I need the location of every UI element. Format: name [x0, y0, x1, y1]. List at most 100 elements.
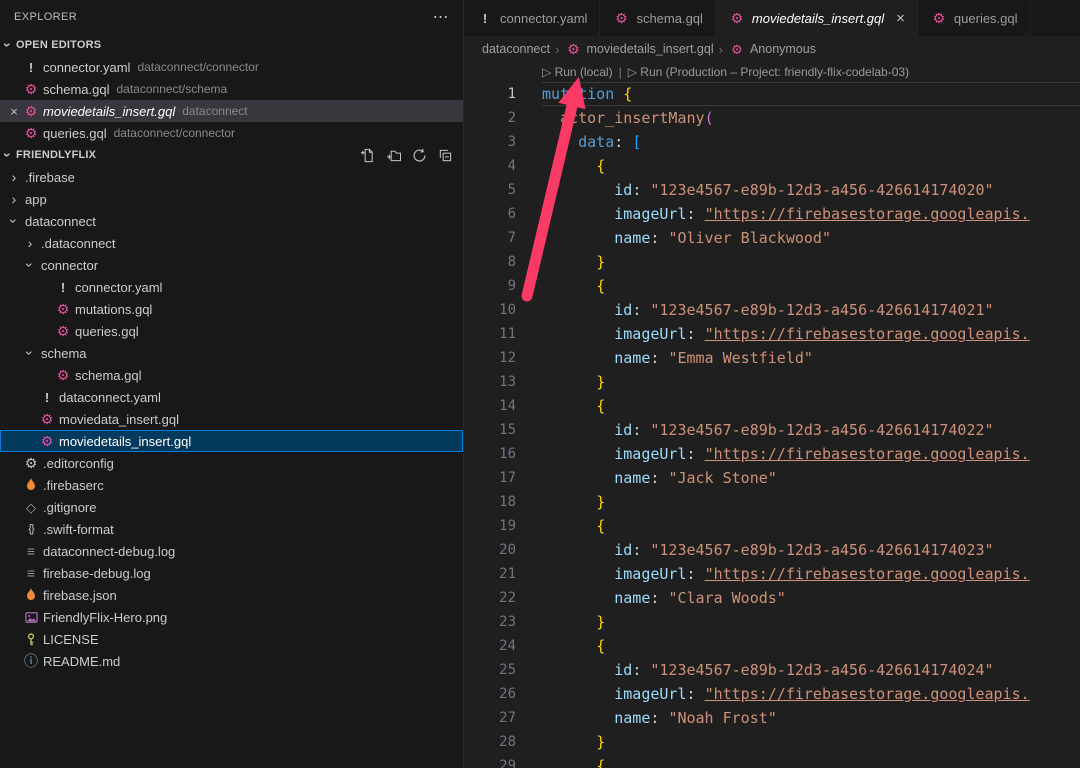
line-number[interactable]: 28	[464, 730, 542, 754]
line-number[interactable]: 10	[464, 298, 542, 322]
url-link[interactable]: "https://firebasestorage.googleapis.	[705, 205, 1030, 223]
code-line-1[interactable]: 1mutation {	[464, 82, 1080, 106]
line-number[interactable]: 23	[464, 610, 542, 634]
file-moviedetails-insert-gql[interactable]: ⚙moviedetails_insert.gql	[0, 430, 463, 452]
file-firebaserc[interactable]: .firebaserc	[0, 474, 463, 496]
file-gitignore[interactable]: ◇.gitignore	[0, 496, 463, 518]
line-number[interactable]: 18	[464, 490, 542, 514]
line-number[interactable]: 11	[464, 322, 542, 346]
code-line-23[interactable]: 23 }	[464, 610, 1080, 634]
chevron-right-icon[interactable]: ›	[6, 192, 22, 206]
line-number[interactable]: 12	[464, 346, 542, 370]
file-firebase-debug-log[interactable]: ≡firebase-debug.log	[0, 562, 463, 584]
new-folder-icon[interactable]	[385, 147, 401, 163]
code-line-12[interactable]: 12 name: "Emma Westfield"	[464, 346, 1080, 370]
open-editor-queries-gql[interactable]: ⚙queries.gqldataconnect/connector	[0, 122, 463, 144]
code-line-18[interactable]: 18 }	[464, 490, 1080, 514]
file-mutations-gql[interactable]: ⚙mutations.gql	[0, 298, 463, 320]
line-number[interactable]: 1	[464, 82, 542, 106]
line-number[interactable]: 17	[464, 466, 542, 490]
code-line-3[interactable]: 3 data: [	[464, 130, 1080, 154]
workspace-header[interactable]: › FRIENDLYFLIX	[0, 144, 463, 166]
code-line-5[interactable]: 5 id: "123e4567-e89b-12d3-a456-426614174…	[464, 178, 1080, 202]
code-line-25[interactable]: 25 id: "123e4567-e89b-12d3-a456-42661417…	[464, 658, 1080, 682]
refresh-icon[interactable]	[411, 147, 427, 163]
code-line-6[interactable]: 6 imageUrl: "https://firebasestorage.goo…	[464, 202, 1080, 226]
line-number[interactable]: 16	[464, 442, 542, 466]
line-number[interactable]: 15	[464, 418, 542, 442]
line-number[interactable]: 25	[464, 658, 542, 682]
line-number[interactable]: 9	[464, 274, 542, 298]
line-number[interactable]: 27	[464, 706, 542, 730]
folder-connector[interactable]: ›connector	[0, 254, 463, 276]
code-line-27[interactable]: 27 name: "Noah Frost"	[464, 706, 1080, 730]
codelens-run-production-project-friendly-flix-codelab-03[interactable]: ▷ Run (Production – Project: friendly-fl…	[628, 65, 909, 79]
url-link[interactable]: "https://firebasestorage.googleapis.	[705, 445, 1030, 463]
code-line-21[interactable]: 21 imageUrl: "https://firebasestorage.go…	[464, 562, 1080, 586]
chevron-down-icon[interactable]: ›	[23, 257, 37, 273]
tab-moviedetails-insert-gql[interactable]: ⚙moviedetails_insert.gql×	[716, 0, 918, 36]
folder-firebase[interactable]: ›.firebase	[0, 166, 463, 188]
line-number[interactable]: 4	[464, 154, 542, 178]
code-line-17[interactable]: 17 name: "Jack Stone"	[464, 466, 1080, 490]
folder-schema[interactable]: ›schema	[0, 342, 463, 364]
line-number[interactable]: 8	[464, 250, 542, 274]
file-queries-gql[interactable]: ⚙queries.gql	[0, 320, 463, 342]
line-number[interactable]: 6	[464, 202, 542, 226]
chevron-right-icon[interactable]: ›	[22, 236, 38, 250]
line-number[interactable]: 29	[464, 754, 542, 768]
line-number[interactable]: 19	[464, 514, 542, 538]
more-actions-icon[interactable]: ⋯	[433, 7, 449, 27]
line-number[interactable]: 21	[464, 562, 542, 586]
line-number[interactable]: 26	[464, 682, 542, 706]
breadcrumb-item-moviedetails-insert-gql[interactable]: ⚙moviedetails_insert.gql	[564, 42, 713, 56]
file-moviedata-insert-gql[interactable]: ⚙moviedata_insert.gql	[0, 408, 463, 430]
line-number[interactable]: 2	[464, 106, 542, 130]
code-line-22[interactable]: 22 name: "Clara Woods"	[464, 586, 1080, 610]
line-number[interactable]: 5	[464, 178, 542, 202]
line-number[interactable]: 20	[464, 538, 542, 562]
code-line-14[interactable]: 14 {	[464, 394, 1080, 418]
open-editors-header[interactable]: › OPEN EDITORS	[0, 34, 463, 56]
codelens-run-local[interactable]: ▷ Run (local)	[542, 65, 613, 79]
code-line-29[interactable]: 29 {	[464, 754, 1080, 768]
code-line-28[interactable]: 28 }	[464, 730, 1080, 754]
close-icon[interactable]: ×	[896, 10, 905, 27]
chevron-right-icon[interactable]: ›	[6, 170, 22, 184]
file-firebase-json[interactable]: firebase.json	[0, 584, 463, 606]
url-link[interactable]: "https://firebasestorage.googleapis.	[705, 685, 1030, 703]
file-schema-gql[interactable]: ⚙schema.gql	[0, 364, 463, 386]
open-editor-moviedetails-insert-gql[interactable]: ×⚙moviedetails_insert.gqldataconnect	[0, 100, 463, 122]
file-swift-format[interactable]: {}.swift-format	[0, 518, 463, 540]
tab-schema-gql[interactable]: ⚙schema.gql	[600, 0, 715, 36]
file-dataconnect-debug-log[interactable]: ≡dataconnect-debug.log	[0, 540, 463, 562]
line-number[interactable]: 14	[464, 394, 542, 418]
code-line-2[interactable]: 2 actor_insertMany(	[464, 106, 1080, 130]
breadcrumb-item-dataconnect[interactable]: dataconnect	[482, 42, 550, 56]
chevron-down-icon[interactable]: ›	[23, 345, 37, 361]
code-line-15[interactable]: 15 id: "123e4567-e89b-12d3-a456-42661417…	[464, 418, 1080, 442]
code-line-7[interactable]: 7 name: "Oliver Blackwood"	[464, 226, 1080, 250]
file-readme-md[interactable]: ⓘREADME.md	[0, 650, 463, 672]
folder-app[interactable]: ›app	[0, 188, 463, 210]
line-number[interactable]: 24	[464, 634, 542, 658]
code-line-10[interactable]: 10 id: "123e4567-e89b-12d3-a456-42661417…	[464, 298, 1080, 322]
file-license[interactable]: LICENSE	[0, 628, 463, 650]
url-link[interactable]: "https://firebasestorage.googleapis.	[705, 565, 1030, 583]
open-editor-connector-yaml[interactable]: !connector.yamldataconnect/connector	[0, 56, 463, 78]
folder-dataconnect[interactable]: ›.dataconnect	[0, 232, 463, 254]
file-connector-yaml[interactable]: !connector.yaml	[0, 276, 463, 298]
code-line-4[interactable]: 4 {	[464, 154, 1080, 178]
close-icon[interactable]: ×	[6, 104, 22, 119]
file-editorconfig[interactable]: ⚙.editorconfig	[0, 452, 463, 474]
code-line-26[interactable]: 26 imageUrl: "https://firebasestorage.go…	[464, 682, 1080, 706]
line-number[interactable]: 3	[464, 130, 542, 154]
url-link[interactable]: "https://firebasestorage.googleapis.	[705, 325, 1030, 343]
code-lines[interactable]: 1mutation {2 actor_insertMany(3 data: [4…	[464, 82, 1080, 768]
tab-connector-yaml[interactable]: !connector.yaml	[464, 0, 600, 36]
tab-queries-gql[interactable]: ⚙queries.gql	[918, 0, 1031, 36]
line-number[interactable]: 13	[464, 370, 542, 394]
line-number[interactable]: 22	[464, 586, 542, 610]
code-line-11[interactable]: 11 imageUrl: "https://firebasestorage.go…	[464, 322, 1080, 346]
code-line-16[interactable]: 16 imageUrl: "https://firebasestorage.go…	[464, 442, 1080, 466]
